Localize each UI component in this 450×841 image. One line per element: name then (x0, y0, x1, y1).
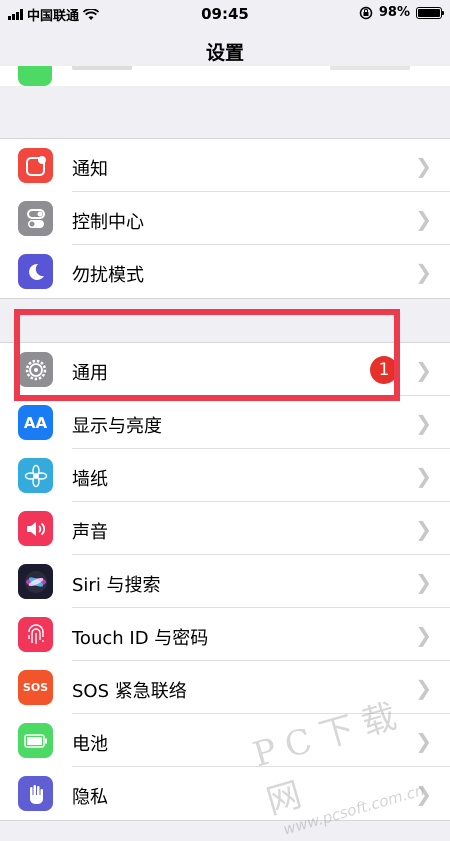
settings-row-privacy[interactable]: 隐私 ❯ (0, 767, 450, 820)
chevron-right-icon: ❯ (415, 464, 432, 488)
row-label: 控制中心 (72, 212, 144, 233)
settings-row-wallpaper[interactable]: 墙纸 ❯ (0, 449, 450, 502)
gear-icon (18, 352, 53, 387)
row-label: 电池 (72, 734, 108, 755)
settings-row-touch-id-passcode[interactable]: Touch ID 与密码 ❯ (0, 608, 450, 661)
sos-icon: SOS (18, 670, 53, 705)
row-label: Siri 与搜索 (72, 575, 161, 596)
row-label: SOS 紧急联络 (72, 681, 187, 702)
chevron-right-icon: ❯ (415, 623, 432, 647)
moon-icon (18, 254, 53, 289)
status-right: 98% (359, 5, 444, 20)
row-label: 墙纸 (72, 469, 108, 490)
settings-group-1: 通知 ❯ 控制中心 ❯ 勿扰模式 ❯ (0, 138, 450, 299)
settings-group-2: 通用 1 ❯ AA 显示与亮度 ❯ 墙纸 ❯ 声音 ❯ Siri 与搜索 ❯ T… (0, 342, 450, 821)
orientation-lock-icon (359, 6, 373, 19)
battery-icon (416, 6, 444, 19)
settings-row-display-brightness[interactable]: AA 显示与亮度 ❯ (0, 396, 450, 449)
notifications-icon (18, 148, 53, 183)
row-label: 通用 (72, 363, 108, 384)
chevron-right-icon: ❯ (415, 260, 432, 284)
battery-fill (418, 8, 440, 17)
chevron-right-icon: ❯ (415, 207, 432, 231)
partial-label (72, 66, 132, 70)
settings-row-notifications[interactable]: 通知 ❯ (0, 139, 450, 192)
row-label: 通知 (72, 159, 108, 180)
row-label: 隐私 (72, 787, 108, 808)
partial-row (0, 66, 450, 86)
settings-row-do-not-disturb[interactable]: 勿扰模式 ❯ (0, 245, 450, 298)
partial-icon (18, 66, 52, 86)
control-center-icon (18, 201, 53, 236)
partial-value (330, 66, 410, 70)
row-label: 声音 (72, 522, 108, 543)
privacy-hand-icon (18, 776, 53, 811)
chevron-right-icon: ❯ (415, 676, 432, 700)
row-label: 显示与亮度 (72, 416, 162, 437)
row-label: 勿扰模式 (72, 265, 144, 286)
settings-row-control-center[interactable]: 控制中心 ❯ (0, 192, 450, 245)
chevron-right-icon: ❯ (415, 570, 432, 594)
chevron-right-icon: ❯ (415, 411, 432, 435)
wallpaper-flower-icon (18, 458, 53, 493)
speaker-icon (18, 511, 53, 546)
chevron-right-icon: ❯ (415, 782, 432, 806)
display-aa-icon: AA (18, 405, 53, 440)
chevron-right-icon: ❯ (415, 154, 432, 178)
page-title: 设置 (205, 42, 244, 64)
settings-row-general[interactable]: 通用 1 ❯ (0, 343, 450, 396)
settings-row-battery[interactable]: 电池 ❯ (0, 714, 450, 767)
chevron-right-icon: ❯ (415, 729, 432, 753)
settings-row-siri-search[interactable]: Siri 与搜索 ❯ (0, 555, 450, 608)
battery-icon (18, 723, 53, 758)
settings-row-emergency-sos[interactable]: SOS SOS 紧急联络 ❯ (0, 661, 450, 714)
update-badge: 1 (370, 356, 398, 384)
row-label: Touch ID 与密码 (72, 628, 209, 649)
battery-percent: 98% (378, 5, 410, 20)
fingerprint-icon (18, 617, 53, 652)
chevron-right-icon: ❯ (415, 517, 432, 541)
chevron-right-icon: ❯ (415, 358, 432, 382)
status-bar: 中国联通 09:45 98% (0, 0, 450, 26)
settings-row-sounds[interactable]: 声音 ❯ (0, 502, 450, 555)
siri-icon (18, 564, 53, 599)
